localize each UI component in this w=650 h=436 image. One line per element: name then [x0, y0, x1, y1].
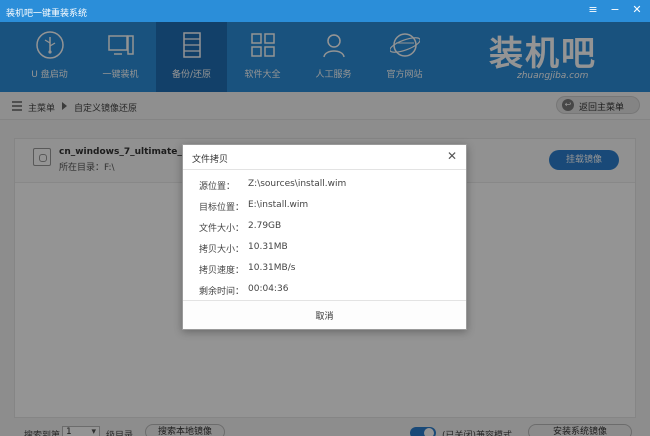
info-value: 00:04:36: [248, 284, 289, 294]
dialog-close-icon[interactable]: ✕: [445, 149, 459, 163]
minimize-button[interactable]: −: [608, 3, 622, 17]
dialog-title: 文件拷贝: [192, 155, 229, 165]
info-key: 剩余时间：: [199, 287, 245, 297]
info-value: 2.79GB: [248, 221, 282, 231]
info-value: 10.31MB: [248, 242, 288, 252]
menu-icon[interactable]: ≡: [586, 3, 600, 17]
close-button[interactable]: ✕: [630, 3, 644, 17]
title-bar: 装机吧一键重装系统 ≡ − ✕: [0, 0, 650, 22]
app-title: 装机吧一键重装系统: [6, 9, 88, 19]
info-key: 拷贝大小：: [199, 245, 245, 255]
info-value: Z:\sources\install.wim: [248, 179, 347, 189]
divider: [183, 169, 466, 170]
cancel-button[interactable]: 取消: [183, 309, 466, 322]
info-value: E:\install.wim: [248, 200, 309, 210]
info-key: 源位置：: [199, 182, 236, 192]
window-controls: ≡ − ✕: [586, 3, 644, 17]
dialog-footer: 取消: [183, 300, 466, 329]
info-value: 10.31MB/s: [248, 263, 296, 273]
info-key: 目标位置：: [199, 203, 245, 213]
info-key: 拷贝速度：: [199, 266, 245, 276]
file-copy-dialog: 文件拷贝 ✕ 源位置： Z:\sources\install.wim 目标位置：…: [182, 144, 467, 330]
info-key: 文件大小：: [199, 224, 245, 234]
